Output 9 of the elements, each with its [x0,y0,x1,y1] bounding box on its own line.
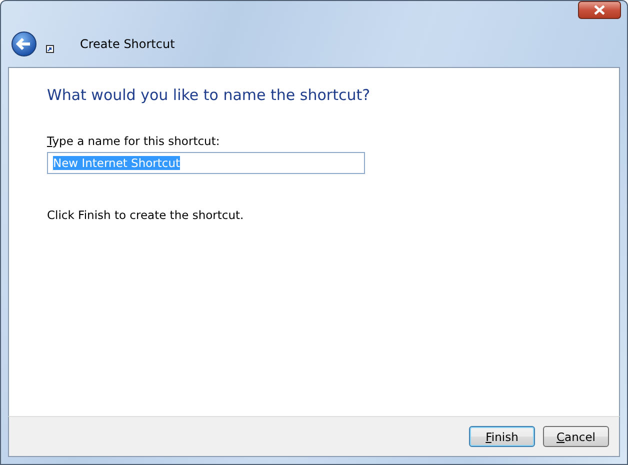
window-title: Create Shortcut [80,37,175,51]
dialog-button[interactable]: Finish [469,426,535,447]
dialog-button[interactable]: Cancel [543,426,609,447]
field-label: Type a name for this shortcut: [47,134,220,148]
shortcut-arrow-icon [46,45,54,53]
page-heading: What would you like to name the shortcut? [47,86,370,104]
close-button[interactable] [578,1,621,19]
back-button[interactable] [11,31,37,57]
instruction-text: Click Finish to create the shortcut. [47,208,244,222]
